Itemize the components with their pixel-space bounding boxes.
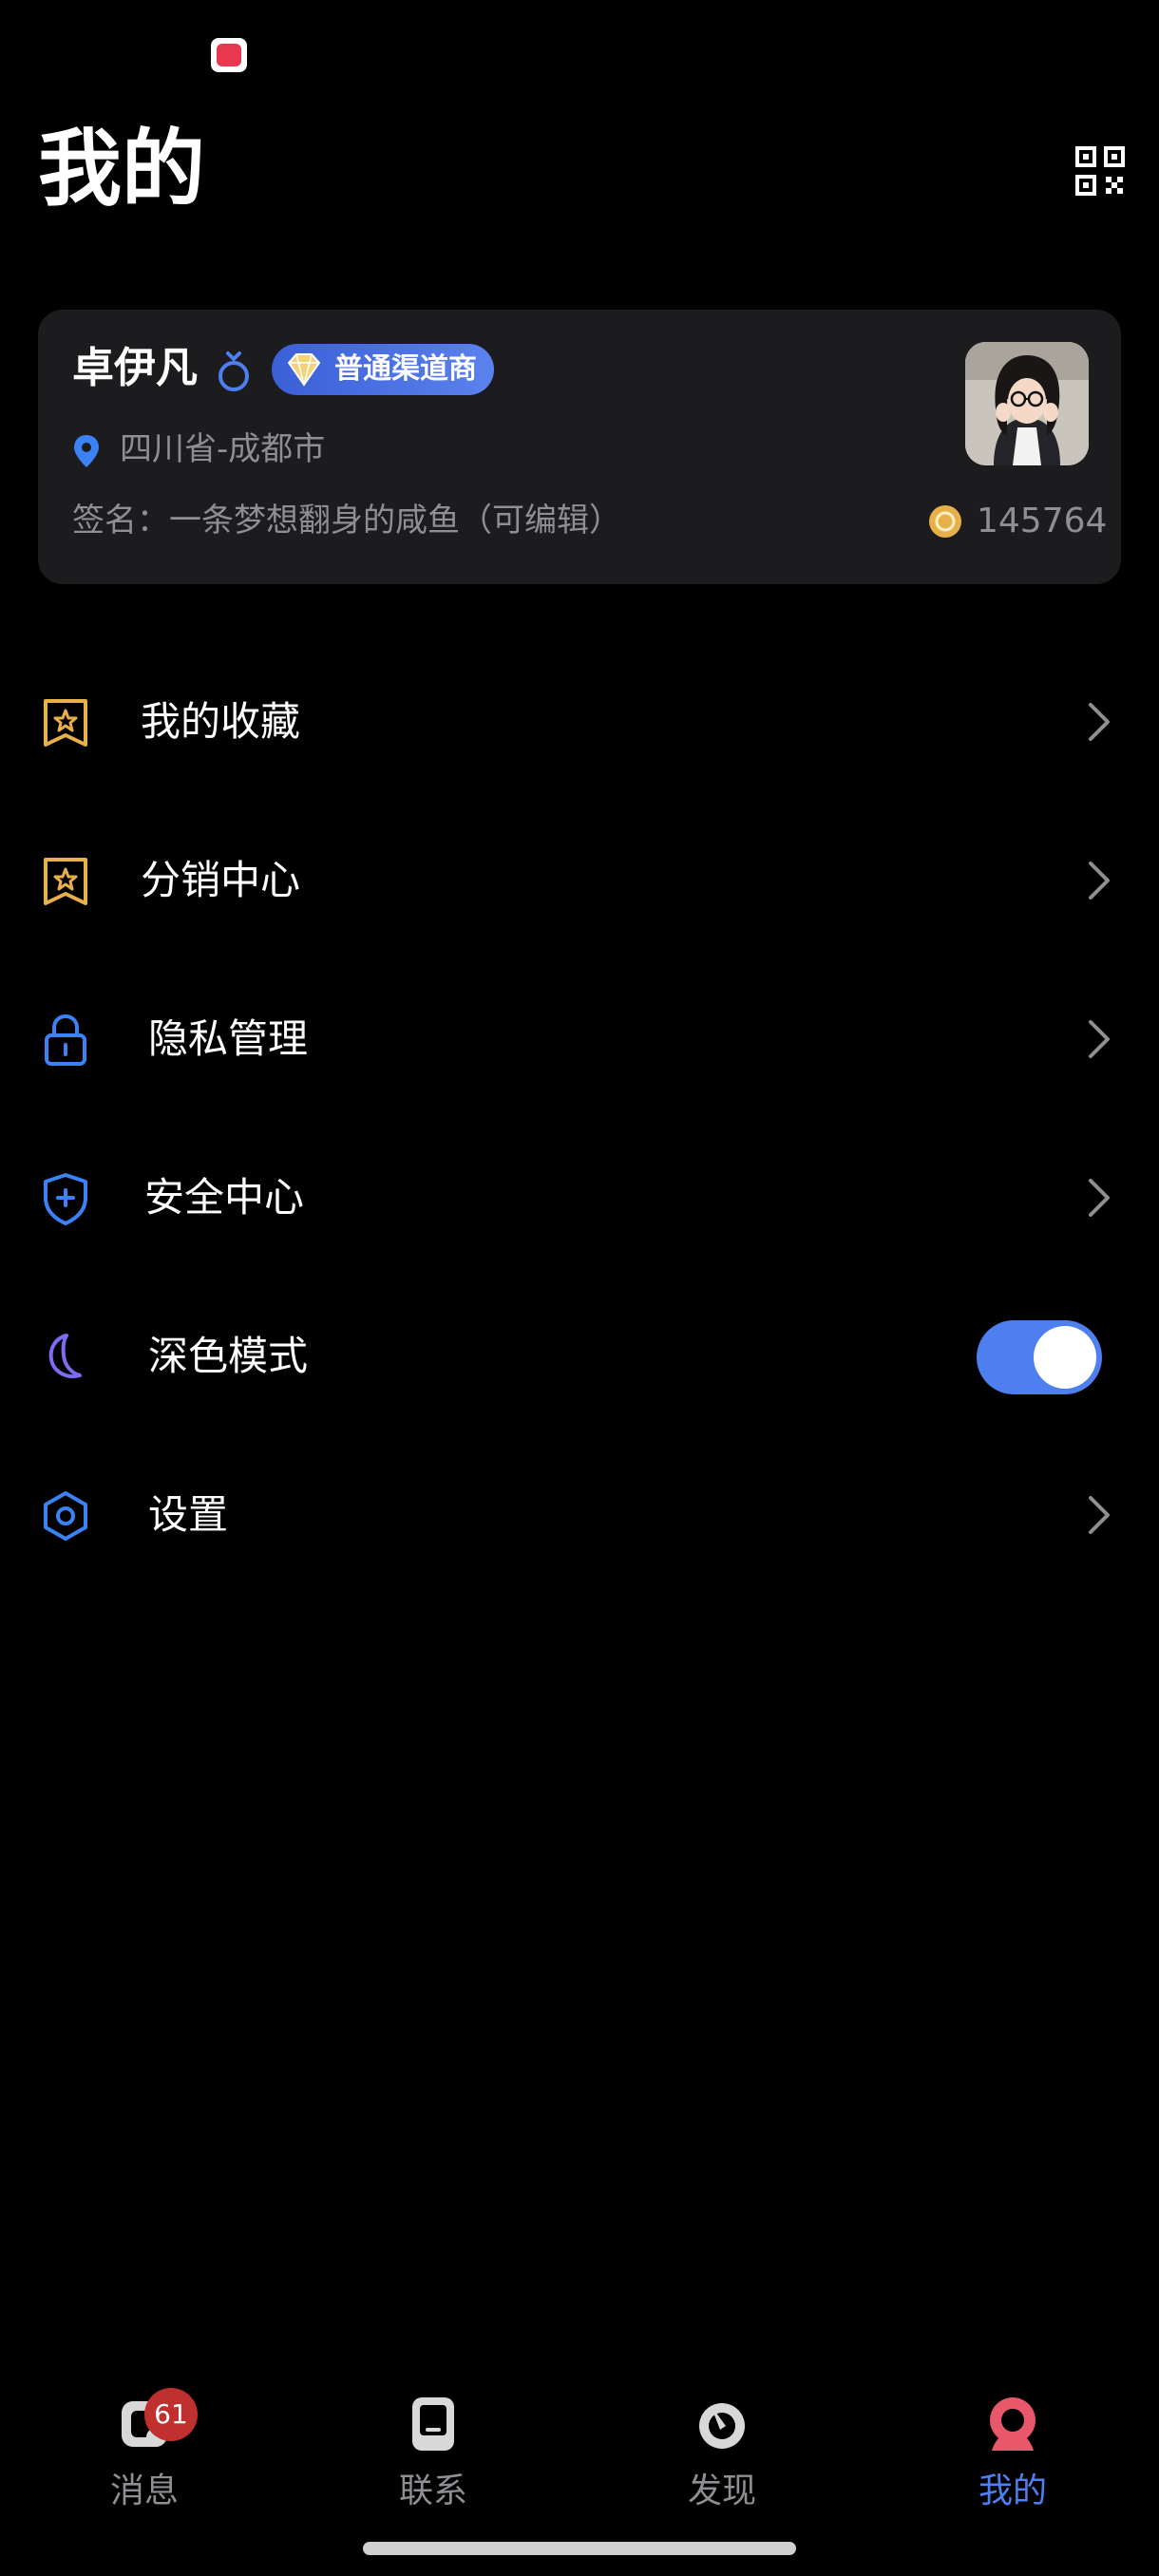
lock-icon	[45, 1013, 86, 1066]
unread-badge: 61	[144, 2388, 198, 2441]
menu-label: 分销中心	[141, 857, 301, 903]
moon-icon	[48, 1334, 82, 1378]
bottom-tab-bar: 61 消息 联系 发现 我的	[0, 2375, 1159, 2527]
dark-mode-toggle[interactable]	[977, 1320, 1102, 1394]
tab-label: 联系	[398, 2472, 467, 2510]
location-text: 四川省-成都市	[120, 430, 326, 468]
bookmark-star-icon	[44, 699, 87, 747]
tab-label: 我的	[978, 2472, 1047, 2510]
badge-label: 普通渠道商	[334, 352, 477, 386]
menu-item-dark-mode: 深色模式	[0, 1290, 1159, 1423]
contact-icon	[412, 2397, 454, 2451]
signature-text[interactable]: 签名：一条梦想翻身的咸鱼（可编辑）	[72, 496, 621, 545]
profile-name: 卓伊凡	[72, 344, 198, 392]
male-gender-icon	[218, 351, 249, 391]
tab-discover[interactable]: 发现	[627, 2375, 817, 2517]
status-app-icon	[211, 38, 247, 72]
diamond-badge-icon	[287, 353, 321, 387]
coin-balance: 145764	[977, 502, 1108, 540]
menu-item-settings[interactable]: 设置	[0, 1449, 1159, 1582]
chevron-right-icon	[1089, 1496, 1110, 1534]
location-pin-icon	[74, 435, 99, 467]
shield-plus-icon	[44, 1173, 87, 1225]
menu-label: 安全中心	[144, 1174, 305, 1221]
toggle-knob	[1034, 1326, 1096, 1389]
chevron-right-icon	[1089, 1179, 1110, 1217]
menu-item-favorites[interactable]: 我的收藏	[0, 655, 1159, 788]
tab-profile[interactable]: 我的	[918, 2375, 1108, 2517]
avatar[interactable]	[965, 342, 1089, 465]
gear-hex-icon	[44, 1491, 87, 1541]
tab-contacts[interactable]: 联系	[338, 2375, 528, 2517]
menu-label: 设置	[148, 1491, 229, 1538]
menu-item-distribution[interactable]: 分销中心	[0, 814, 1159, 947]
chevron-right-icon	[1089, 862, 1110, 900]
menu-item-privacy[interactable]: 隐私管理	[0, 973, 1159, 1106]
discover-icon	[699, 2403, 745, 2449]
profile-icon	[990, 2397, 1036, 2451]
channel-badge: 普通渠道商	[272, 344, 494, 395]
profile-card[interactable]: 卓伊凡 普通渠道商 四川省-成都市 签名：一条梦想翻身的咸鱼（可编辑） 1457…	[38, 310, 1121, 584]
bookmark-star-icon	[44, 858, 87, 905]
home-indicator[interactable]	[363, 2542, 796, 2555]
chevron-right-icon	[1089, 703, 1110, 741]
page-title: 我的	[38, 120, 206, 218]
tab-label: 发现	[687, 2472, 756, 2510]
chevron-right-icon	[1089, 1020, 1110, 1058]
menu-item-security[interactable]: 安全中心	[0, 1131, 1159, 1264]
coin-icon	[929, 505, 961, 538]
tab-messages[interactable]: 61 消息	[49, 2375, 239, 2517]
menu-label: 我的收藏	[141, 698, 301, 745]
qr-code-icon[interactable]	[1075, 146, 1125, 196]
menu-label: 隐私管理	[148, 1015, 309, 1062]
menu-label: 深色模式	[148, 1333, 309, 1379]
tab-label: 消息	[109, 2472, 179, 2510]
